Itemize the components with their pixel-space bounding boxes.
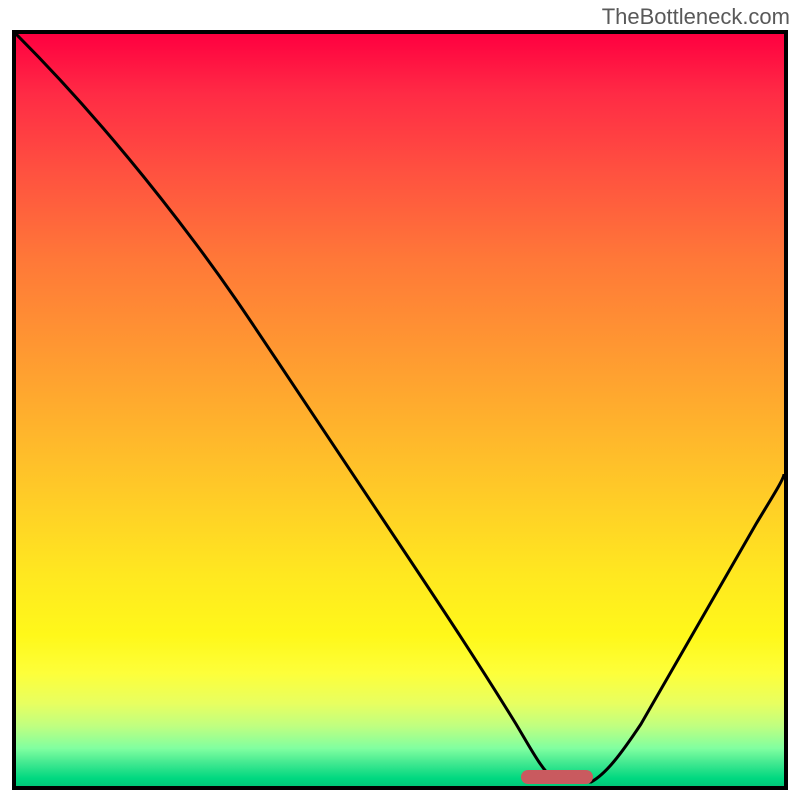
chart-container: TheBottleneck.com xyxy=(0,0,800,800)
bottleneck-curve-path xyxy=(16,34,784,782)
optimal-marker xyxy=(521,770,593,784)
chart-frame xyxy=(12,30,788,790)
curve-plot xyxy=(16,34,784,786)
watermark-text: TheBottleneck.com xyxy=(602,4,790,30)
